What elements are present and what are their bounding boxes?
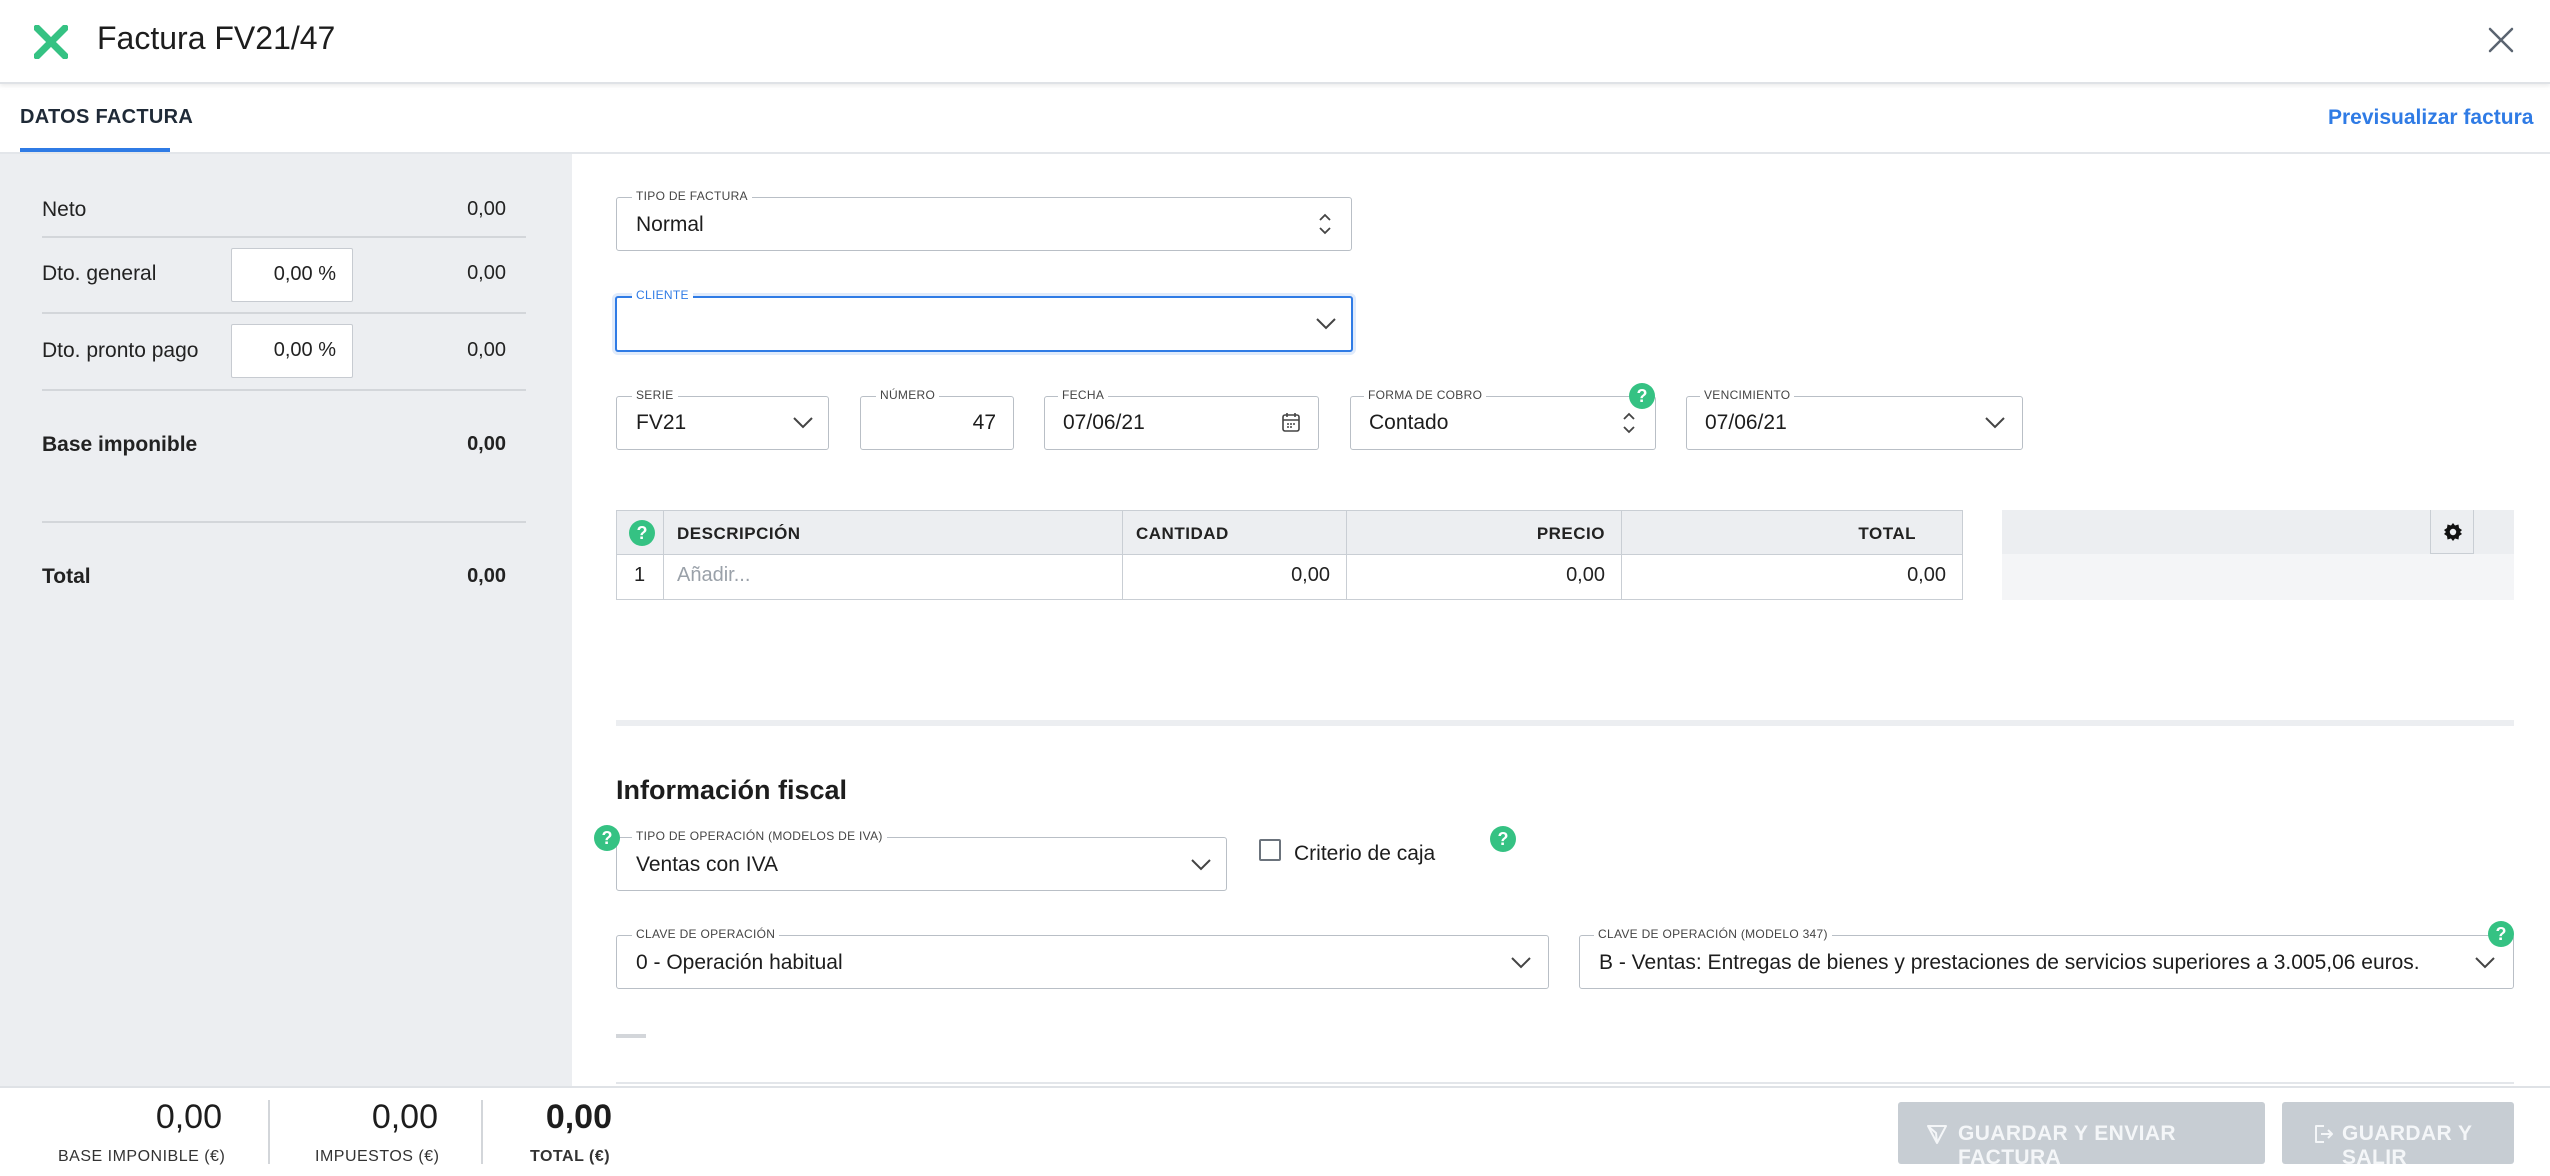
- tab-datos-factura[interactable]: DATOS FACTURA: [20, 106, 193, 129]
- clave-operacion-value: 0 - Operación habitual: [636, 951, 843, 974]
- divider: [663, 511, 664, 599]
- total-label: Total: [42, 565, 91, 588]
- neto-label: Neto: [42, 198, 87, 221]
- base-imponible-label: Base imponible: [42, 433, 198, 456]
- divider: [268, 1100, 270, 1164]
- save-send-button[interactable]: GUARDAR Y ENVIAR FACTURA: [1898, 1102, 2265, 1169]
- col-descripcion: DESCRIPCIÓN: [663, 511, 1122, 555]
- chevron-down-icon: [1316, 318, 1336, 330]
- save-exit-button[interactable]: GUARDAR Y SALIR: [2282, 1102, 2514, 1169]
- invoice-lines-table: ? DESCRIPCIÓN CANTIDAD PRECIO TOTAL 1 Añ…: [616, 510, 1963, 600]
- table-settings-button[interactable]: [2430, 510, 2474, 554]
- serie-label: SERIE: [632, 388, 678, 402]
- dto-general-label: Dto. general: [42, 262, 157, 285]
- row-number: 1: [634, 564, 646, 586]
- exit-icon: [2315, 1125, 2333, 1143]
- divider: [42, 389, 526, 391]
- select-updown-icon: [1319, 213, 1331, 235]
- base-imponible-value: 0,00: [467, 433, 506, 455]
- gear-icon: [2444, 523, 2462, 541]
- clave-347-label: CLAVE DE OPERACIÓN (MODELO 347): [1594, 927, 1832, 941]
- close-icon[interactable]: [2486, 22, 2516, 58]
- numero-label: NÚMERO: [876, 388, 940, 402]
- vencimiento-value: 07/06/21: [1705, 411, 1787, 434]
- total-cell: 0,00: [1907, 564, 1946, 586]
- holded-logo-icon: [34, 25, 68, 59]
- tipo-factura-value: Normal: [636, 213, 704, 236]
- calendar-icon[interactable]: [1281, 411, 1301, 433]
- chevron-down-icon: [1511, 957, 1531, 969]
- clave-operacion-label: CLAVE DE OPERACIÓN: [632, 927, 780, 941]
- neto-value: 0,00: [467, 198, 506, 220]
- clave-347-value: B - Ventas: Entregas de bienes y prestac…: [1599, 951, 2420, 974]
- col-total: TOTAL: [1621, 511, 1962, 555]
- forma-cobro-value: Contado: [1369, 411, 1449, 434]
- col-precio: PRECIO: [1346, 511, 1621, 555]
- tipo-factura-select[interactable]: [616, 197, 1352, 251]
- modal-header: [0, 0, 2550, 84]
- footer-base-label: BASE IMPONIBLE (€): [58, 1148, 226, 1165]
- cliente-input[interactable]: [615, 296, 1353, 352]
- col-cantidad: CANTIDAD: [1122, 511, 1346, 555]
- footer-impuestos-label: IMPUESTOS (€): [315, 1148, 440, 1165]
- divider: [616, 1082, 2514, 1084]
- dto-general-input[interactable]: 0,00 %: [231, 248, 353, 302]
- send-icon: [1927, 1125, 1947, 1144]
- page-title: Factura FV21/47: [97, 20, 336, 56]
- criterio-caja-label: Criterio de caja: [1294, 842, 1436, 865]
- vencimiento-label: VENCIMIENTO: [1700, 388, 1795, 402]
- footer-impuestos-value: 0,00: [371, 1098, 438, 1136]
- divider: [42, 312, 526, 314]
- footer-base-value: 0,00: [155, 1098, 222, 1136]
- dto-pronto-input[interactable]: 0,00 %: [231, 324, 353, 378]
- criterio-caja-checkbox[interactable]: [1259, 839, 1281, 861]
- forma-cobro-label: FORMA DE COBRO: [1364, 388, 1487, 402]
- help-icon[interactable]: ?: [629, 520, 655, 546]
- total-value: 0,00: [467, 565, 506, 587]
- fecha-label: FECHA: [1058, 388, 1109, 402]
- numero-value: 47: [972, 411, 996, 434]
- tipo-factura-label: TIPO DE FACTURA: [632, 189, 752, 203]
- chevron-down-icon: [1985, 417, 2005, 429]
- save-send-label: GUARDAR Y ENVIAR FACTURA: [1958, 1122, 2176, 1169]
- fecha-value: 07/06/21: [1063, 411, 1145, 434]
- fiscal-section-title: Información fiscal: [616, 775, 848, 805]
- dto-pronto-label: Dto. pronto pago: [42, 339, 199, 362]
- descripcion-input[interactable]: Añadir...: [677, 564, 750, 587]
- divider: [42, 236, 526, 238]
- tipo-operacion-value: Ventas con IVA: [636, 853, 779, 876]
- footer-total-label: TOTAL (€): [530, 1148, 611, 1165]
- dto-general-value: 0,00: [467, 262, 506, 284]
- select-updown-icon: [1623, 412, 1635, 434]
- tipo-operacion-label: TIPO DE OPERACIÓN (MODELOS DE IVA): [632, 829, 887, 843]
- chevron-down-icon: [1191, 859, 1211, 871]
- chevron-down-icon: [793, 417, 813, 429]
- save-exit-label: GUARDAR Y SALIR: [2342, 1122, 2473, 1169]
- section-divider: [616, 720, 2514, 726]
- help-icon[interactable]: ?: [594, 825, 620, 851]
- precio-input[interactable]: 0,00: [1346, 564, 1605, 587]
- help-icon[interactable]: ?: [1629, 383, 1655, 409]
- footer-total-value: 0,00: [545, 1098, 612, 1136]
- divider: [42, 521, 526, 523]
- cantidad-input[interactable]: 0,00: [1122, 564, 1330, 587]
- preview-invoice-link[interactable]: Previsualizar factura: [2328, 106, 2533, 130]
- dto-pronto-value: 0,00: [467, 339, 506, 361]
- serie-value: FV21: [636, 411, 687, 434]
- collapsed-section-indicator: [616, 1034, 646, 1038]
- chevron-down-icon: [2475, 957, 2495, 969]
- help-icon[interactable]: ?: [1490, 826, 1516, 852]
- help-icon[interactable]: ?: [2488, 921, 2514, 947]
- cliente-label: CLIENTE: [632, 288, 693, 302]
